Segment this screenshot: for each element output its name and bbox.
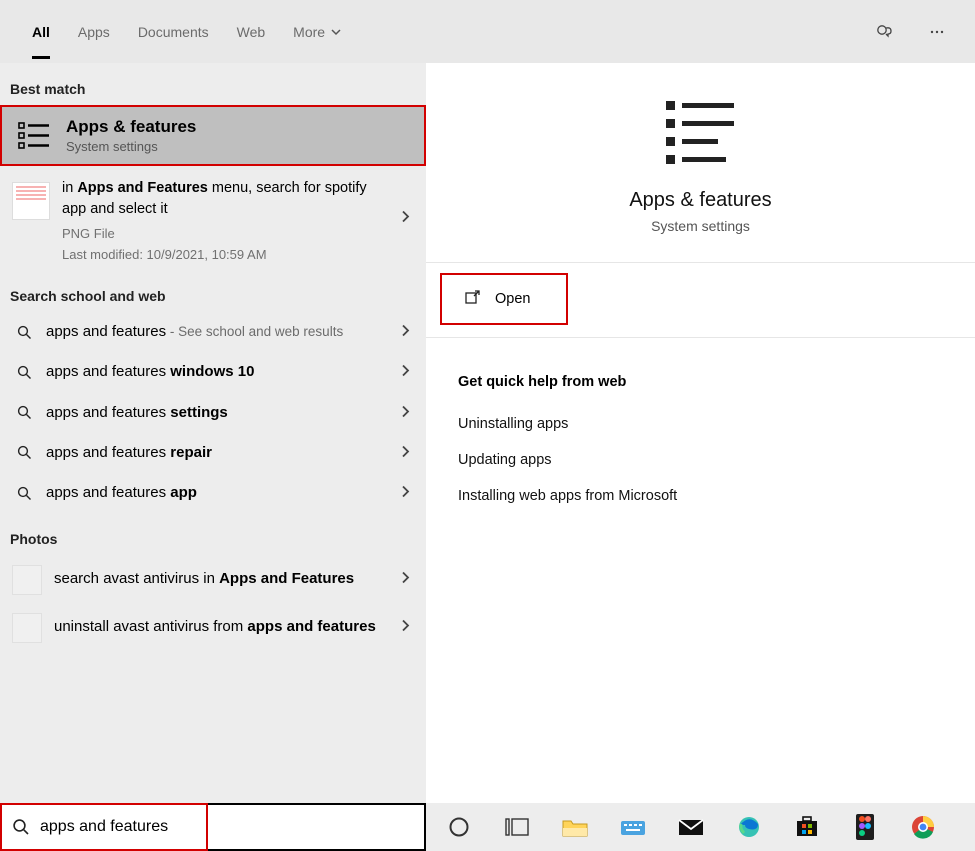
web-suggestion[interactable]: apps and features app — [0, 473, 426, 513]
feedback-icon[interactable] — [871, 18, 899, 46]
section-header-school-web: Search school and web — [0, 270, 426, 312]
figma-icon[interactable] — [850, 812, 880, 842]
tab-more[interactable]: More — [279, 0, 355, 63]
suggestion-text: apps and features settings — [46, 403, 414, 423]
search-filter-tabs: All Apps Documents Web More — [0, 0, 975, 63]
photo-thumbnail-icon — [12, 565, 42, 595]
suggestion-text: apps and features app — [46, 483, 414, 503]
web-suggestion[interactable]: apps and features repair — [0, 433, 426, 473]
open-button[interactable]: Open — [440, 273, 568, 325]
best-match-title: Apps & features — [66, 117, 196, 137]
search-icon — [12, 445, 36, 460]
chevron-right-icon — [401, 619, 410, 636]
search-box[interactable] — [0, 803, 426, 851]
chevron-right-icon — [401, 324, 410, 341]
cortana-icon[interactable] — [444, 812, 474, 842]
chevron-right-icon — [401, 364, 410, 381]
chevron-down-icon — [331, 24, 341, 40]
tab-more-label: More — [293, 24, 325, 40]
web-suggestion[interactable]: apps and features - See school and web r… — [0, 312, 426, 352]
chevron-right-icon — [401, 404, 410, 421]
more-options-icon[interactable] — [923, 18, 951, 46]
search-icon — [12, 486, 36, 501]
open-label: Open — [495, 291, 530, 307]
suggestion-text: apps and features windows 10 — [46, 362, 414, 382]
section-header-best-match: Best match — [0, 63, 426, 105]
chevron-right-icon — [401, 444, 410, 461]
file-result[interactable]: in Apps and Features menu, search for sp… — [0, 166, 426, 270]
mail-icon[interactable] — [676, 812, 706, 842]
file-explorer-icon[interactable] — [560, 812, 590, 842]
apps-features-icon — [16, 118, 52, 154]
photo-result[interactable]: uninstall avast antivirus from apps and … — [0, 603, 426, 651]
edge-browser-icon[interactable] — [734, 812, 764, 842]
preview-title: Apps & features — [426, 189, 975, 212]
help-header: Get quick help from web — [426, 338, 975, 406]
file-result-title: in Apps and Features menu, search for sp… — [62, 178, 386, 220]
photo-thumbnail-icon — [12, 613, 42, 643]
search-input[interactable] — [40, 818, 424, 836]
chevron-right-icon — [401, 571, 410, 588]
task-view-icon[interactable] — [502, 812, 532, 842]
chevron-right-icon — [401, 485, 410, 502]
taskbar — [426, 803, 975, 851]
tab-web[interactable]: Web — [223, 0, 280, 63]
help-link-updating[interactable]: Updating apps — [426, 442, 975, 478]
search-icon — [12, 365, 36, 380]
apps-features-large-icon — [660, 93, 742, 175]
best-match-result[interactable]: Apps & features System settings — [0, 105, 426, 166]
preview-subtitle: System settings — [426, 218, 975, 234]
best-match-subtitle: System settings — [66, 139, 196, 154]
tab-apps[interactable]: Apps — [64, 0, 124, 63]
tab-documents[interactable]: Documents — [124, 0, 223, 63]
keyboard-icon[interactable] — [618, 812, 648, 842]
photo-result-title: uninstall avast antivirus from apps and … — [54, 616, 414, 638]
file-result-type: PNG File — [62, 226, 386, 241]
search-icon — [12, 405, 36, 420]
search-icon — [12, 325, 36, 340]
photo-result[interactable]: search avast antivirus in Apps and Featu… — [0, 555, 426, 603]
tab-all[interactable]: All — [18, 0, 64, 63]
suggestion-text: apps and features repair — [46, 443, 414, 463]
microsoft-store-icon[interactable] — [792, 812, 822, 842]
web-suggestion[interactable]: apps and features settings — [0, 393, 426, 433]
help-link-uninstalling[interactable]: Uninstalling apps — [426, 406, 975, 442]
chrome-browser-icon[interactable] — [908, 812, 938, 842]
chevron-right-icon — [401, 210, 410, 227]
help-link-installing-web-apps[interactable]: Installing web apps from Microsoft — [426, 478, 975, 514]
divider — [426, 262, 975, 263]
suggestion-text: apps and features - See school and web r… — [46, 322, 414, 342]
web-suggestion[interactable]: apps and features windows 10 — [0, 352, 426, 392]
search-icon — [2, 818, 40, 836]
photo-result-title: search avast antivirus in Apps and Featu… — [54, 568, 414, 590]
file-result-modified: Last modified: 10/9/2021, 10:59 AM — [62, 247, 386, 262]
open-external-icon — [464, 289, 481, 309]
file-thumbnail-icon — [12, 182, 50, 220]
section-header-photos: Photos — [0, 513, 426, 555]
